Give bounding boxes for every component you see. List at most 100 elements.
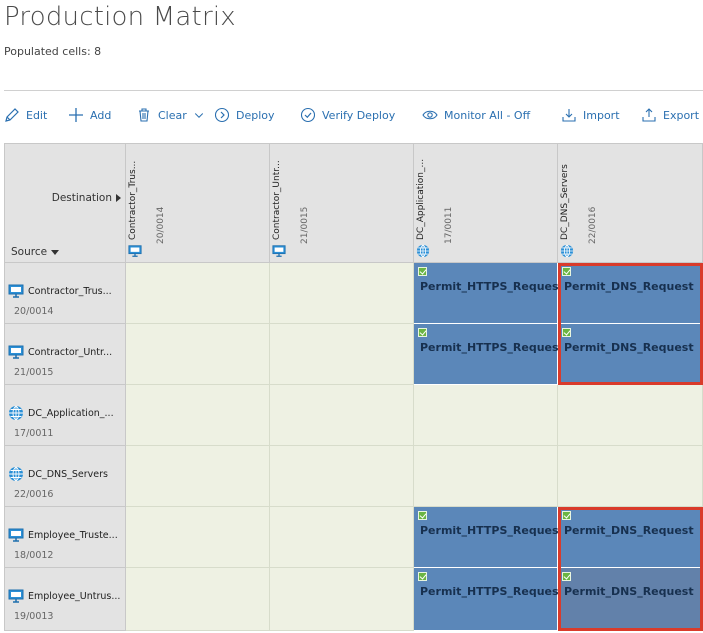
matrix-cell-https[interactable]: Permit_HTTPS_Request bbox=[414, 568, 564, 631]
matrix-cell-empty[interactable] bbox=[414, 446, 558, 507]
column-id: 21/0015 bbox=[300, 206, 310, 244]
column-header[interactable]: Contractor_Trus... 20/0014 bbox=[126, 143, 270, 263]
monitor-icon bbox=[272, 245, 286, 257]
policy-label: Permit_HTTPS_Request bbox=[420, 585, 564, 598]
globe-icon bbox=[416, 244, 430, 258]
triangle-right-icon bbox=[116, 194, 121, 202]
matrix-cell-https[interactable]: Permit_HTTPS_Request bbox=[414, 507, 564, 568]
row-header[interactable]: Employee_Untrus... 19/0013 bbox=[4, 568, 126, 631]
column-header[interactable]: DC_DNS_Servers 22/0016 bbox=[558, 143, 703, 263]
row-name: Contractor_Untr... bbox=[28, 346, 113, 358]
matrix-cell-dns[interactable]: Permit_DNS_Request bbox=[558, 263, 703, 324]
add-button[interactable]: Add bbox=[68, 104, 111, 126]
edit-label: Edit bbox=[26, 108, 48, 122]
page-title: Production Matrix bbox=[4, 2, 236, 32]
matrix-cell-dns[interactable]: Permit_DNS_Request bbox=[558, 568, 703, 631]
row-header[interactable]: DC_DNS_Servers 22/0016 bbox=[4, 446, 126, 507]
row-title: Employee_Truste... bbox=[8, 527, 124, 543]
matrix-cell-https[interactable]: Permit_HTTPS_Request bbox=[414, 324, 564, 385]
enabled-check-icon bbox=[418, 572, 427, 581]
row-header[interactable]: DC_Application_... 17/0011 bbox=[4, 385, 126, 446]
check-circle-icon bbox=[300, 107, 316, 123]
destination-label: Destination bbox=[51, 192, 112, 204]
matrix-cell-empty[interactable] bbox=[126, 568, 270, 631]
import-button[interactable]: Import bbox=[561, 104, 620, 126]
matrix-cell-empty[interactable] bbox=[126, 507, 270, 568]
policy-label: Permit_HTTPS_Request bbox=[420, 341, 564, 354]
import-icon bbox=[562, 109, 576, 122]
policy-label: Permit_DNS_Request bbox=[564, 341, 694, 354]
row-id: 18/0012 bbox=[14, 550, 54, 561]
column-header[interactable]: DC_Application_... 17/0011 bbox=[414, 143, 558, 263]
row-name: Employee_Untrus... bbox=[28, 590, 121, 602]
row-title: DC_Application_... bbox=[8, 405, 124, 421]
monitor-all-button[interactable]: Monitor All - Off bbox=[422, 104, 530, 126]
matrix-cell-empty[interactable] bbox=[126, 263, 270, 324]
matrix-cell-empty[interactable] bbox=[126, 446, 270, 507]
monitor-icon bbox=[8, 528, 24, 542]
verify-deploy-label: Verify Deploy bbox=[322, 108, 396, 122]
import-label: Import bbox=[583, 108, 620, 122]
export-button[interactable]: Export bbox=[641, 104, 699, 126]
matrix-cell-dns[interactable]: Permit_DNS_Request bbox=[558, 507, 703, 568]
row-header[interactable]: Employee_Truste... 18/0012 bbox=[4, 507, 126, 568]
column-id: 20/0014 bbox=[156, 206, 166, 244]
toolbar: Edit Add Clear Deploy Verify Deploy Moni… bbox=[0, 104, 703, 126]
row-name: Employee_Truste... bbox=[28, 529, 118, 541]
populated-count: Populated cells: 8 bbox=[4, 45, 102, 58]
matrix-cell-empty[interactable] bbox=[126, 324, 270, 385]
export-label: Export bbox=[663, 108, 700, 122]
policy-matrix: Destination Source Contractor_Trus... 20… bbox=[4, 143, 703, 631]
matrix-corner: Destination Source bbox=[4, 143, 126, 263]
row-id: 19/0013 bbox=[14, 611, 54, 622]
edit-button[interactable]: Edit bbox=[4, 104, 47, 126]
row-title: Employee_Untrus... bbox=[8, 588, 124, 604]
column-name: DC_DNS_Servers bbox=[560, 164, 570, 240]
policy-label: Permit_DNS_Request bbox=[564, 280, 694, 293]
matrix-cell-empty[interactable] bbox=[270, 446, 414, 507]
eye-icon bbox=[422, 110, 438, 120]
row-id: 21/0015 bbox=[14, 367, 54, 378]
pencil-icon bbox=[5, 108, 19, 122]
matrix-cell-empty[interactable] bbox=[414, 385, 558, 446]
matrix-cell-empty[interactable] bbox=[270, 263, 414, 324]
add-label: Add bbox=[90, 108, 112, 122]
policy-label: Permit_HTTPS_Request bbox=[420, 524, 564, 537]
matrix-cell-empty[interactable] bbox=[270, 324, 414, 385]
column-name: Contractor_Trus... bbox=[128, 160, 138, 240]
verify-deploy-button[interactable]: Verify Deploy bbox=[300, 104, 395, 126]
enabled-check-icon bbox=[418, 267, 427, 276]
row-title: Contractor_Trus... bbox=[8, 283, 124, 299]
row-id: 17/0011 bbox=[14, 428, 54, 439]
matrix-cell-empty[interactable] bbox=[270, 568, 414, 631]
row-header[interactable]: Contractor_Untr... 21/0015 bbox=[4, 324, 126, 385]
export-icon bbox=[642, 108, 656, 122]
row-name: DC_DNS_Servers bbox=[28, 468, 109, 480]
matrix-cell-empty[interactable] bbox=[126, 385, 270, 446]
row-header[interactable]: Contractor_Trus... 20/0014 bbox=[4, 263, 126, 324]
triangle-down-icon bbox=[51, 249, 60, 255]
source-label: Source bbox=[11, 246, 48, 258]
matrix-cell-empty[interactable] bbox=[270, 385, 414, 446]
matrix-cell-empty[interactable] bbox=[558, 385, 703, 446]
enabled-check-icon bbox=[562, 511, 571, 520]
globe-icon bbox=[9, 466, 23, 482]
deploy-label: Deploy bbox=[236, 108, 275, 122]
clear-label: Clear bbox=[158, 108, 187, 122]
matrix-cell-empty[interactable] bbox=[270, 507, 414, 568]
matrix-cell-empty[interactable] bbox=[558, 446, 703, 507]
policy-label: Permit_HTTPS_Request bbox=[420, 280, 564, 293]
column-id: 22/0016 bbox=[588, 206, 598, 244]
trash-icon bbox=[139, 108, 149, 122]
enabled-check-icon bbox=[562, 267, 571, 276]
column-header[interactable]: Contractor_Untr... 21/0015 bbox=[270, 143, 414, 263]
policy-label: Permit_DNS_Request bbox=[564, 585, 694, 598]
clear-button[interactable]: Clear bbox=[136, 104, 205, 126]
source-sort[interactable]: Source bbox=[11, 246, 60, 258]
destination-sort[interactable]: Destination bbox=[52, 192, 121, 204]
deploy-button[interactable]: Deploy bbox=[214, 104, 275, 126]
matrix-cell-https[interactable]: Permit_HTTPS_Request bbox=[414, 263, 564, 324]
matrix-cell-dns[interactable]: Permit_DNS_Request bbox=[558, 324, 703, 385]
enabled-check-icon bbox=[418, 328, 427, 337]
column-name: DC_Application_... bbox=[416, 158, 426, 240]
